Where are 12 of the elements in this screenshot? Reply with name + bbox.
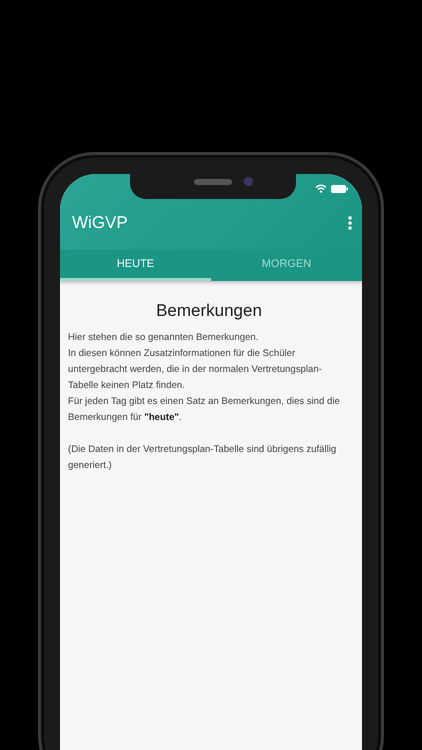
app-title: WiGVP — [72, 213, 128, 233]
remarks-paragraph: (Die Daten in der Vertretungsplan-Tabelle sind übrigens zufällig generiert.) — [68, 443, 338, 473]
remarks-heading: Bemerkungen — [155, 301, 263, 321]
speaker-grille — [194, 179, 232, 185]
remarks-paragraph: Hier stehen die so genannten Bemerkungen. — [68, 331, 260, 345]
remarks-paragraph: Für jeden Tag gibt es einen Satz an Bemerkungen, dies sind die Bemerkungen für "heute". — [68, 395, 341, 425]
camera-lens — [244, 177, 253, 186]
tab[interactable]: MORGEN — [211, 250, 362, 281]
tab[interactable]: HEUTE — [60, 250, 211, 281]
more-options-icon[interactable] — [348, 216, 352, 230]
remarks-paragraph: In diesen können Zusatzinformationen für die Schüler untergebracht werden, die in der normalen Vertretungsplan-Tabelle keinen Platz finden. — [68, 347, 323, 393]
wifi-icon — [315, 184, 327, 193]
